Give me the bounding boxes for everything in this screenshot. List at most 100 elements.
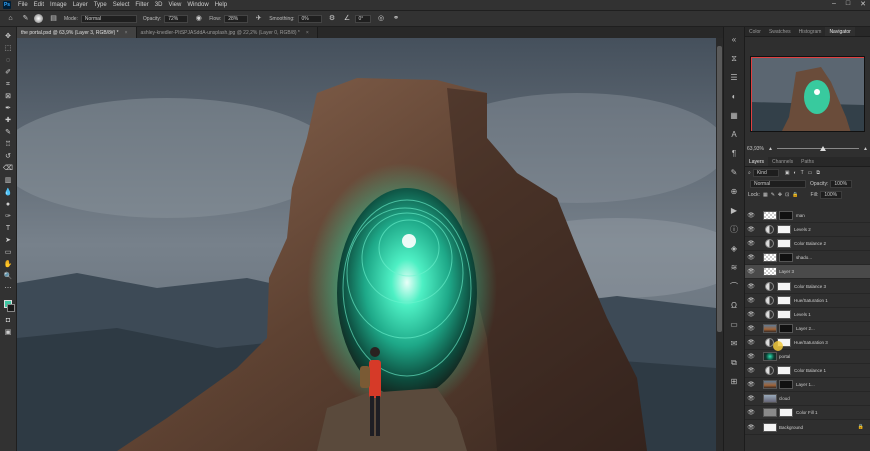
visibility-eye-icon[interactable]: 👁 <box>745 297 757 304</box>
lasso-tool-icon[interactable]: ◌ <box>3 56 14 66</box>
close-tab-icon[interactable]: × <box>306 30 309 36</box>
airbrush-icon[interactable]: ✈ <box>254 14 263 23</box>
menu-3d[interactable]: 3D <box>152 2 166 8</box>
menu-file[interactable]: File <box>15 2 31 8</box>
layer-mask-thumbnail[interactable] <box>779 211 793 220</box>
filter-pixel-icon[interactable]: ▣ <box>785 170 790 176</box>
eyedropper-tool-icon[interactable]: ✒ <box>3 104 14 114</box>
flow-field[interactable]: 28% <box>224 14 249 23</box>
layer-row[interactable]: 👁 Color Balance 2 <box>745 237 870 252</box>
zoom-value[interactable]: 63,93% <box>747 146 764 152</box>
layer-name[interactable]: portal <box>779 354 790 359</box>
layer-row[interactable]: 👁 Layer 2... <box>745 322 870 336</box>
visibility-eye-icon[interactable]: 👁 <box>745 395 757 402</box>
layer-name[interactable]: Hue/Saturation 1 <box>794 298 828 303</box>
adjustments-icon[interactable]: ◐ <box>729 92 739 102</box>
menu-filter[interactable]: Filter <box>132 2 151 8</box>
layer-mask-thumbnail[interactable] <box>777 309 791 319</box>
layer-name[interactable]: Levels 2 <box>794 227 811 232</box>
adjustment-layer-icon[interactable] <box>765 295 774 305</box>
layer-row[interactable]: 👁 Hue/Saturation 3 <box>745 336 870 350</box>
filter-kind-dropdown[interactable]: Kind <box>752 168 779 177</box>
layer-mask-thumbnail[interactable] <box>777 295 791 305</box>
visibility-eye-icon[interactable]: 👁 <box>745 424 757 431</box>
screen-mode-icon[interactable]: ▣ <box>3 328 14 338</box>
brush-preset-picker[interactable] <box>34 14 43 23</box>
marquee-tool-icon[interactable]: ⬚ <box>3 44 14 54</box>
frame-tool-icon[interactable]: ⊠ <box>3 92 14 102</box>
visibility-eye-icon[interactable]: 👁 <box>745 268 757 275</box>
menu-window[interactable]: Window <box>184 2 211 8</box>
visibility-eye-icon[interactable]: 👁 <box>745 254 757 261</box>
blur-tool-icon[interactable]: 💧 <box>3 188 14 198</box>
layer-mask-thumbnail[interactable] <box>779 253 793 263</box>
layer-name[interactable]: Layer 1... <box>796 382 815 387</box>
actions-icon[interactable]: ▶ <box>729 206 739 216</box>
adjustment-layer-icon[interactable] <box>765 309 774 319</box>
properties-icon[interactable]: ☰ <box>729 73 739 83</box>
menu-edit[interactable]: Edit <box>31 2 47 8</box>
pen-tool-icon[interactable]: ✑ <box>3 212 14 222</box>
visibility-eye-icon[interactable]: 👁 <box>745 226 757 233</box>
layer-name[interactable]: shado... <box>796 255 812 260</box>
healing-brush-tool-icon[interactable]: ✚ <box>3 116 14 126</box>
brush-settings-icon[interactable]: ▤ <box>49 14 58 23</box>
visibility-eye-icon[interactable]: 👁 <box>745 240 757 247</box>
visibility-eye-icon[interactable]: 👁 <box>745 409 757 416</box>
filter-shape-icon[interactable]: ▭ <box>808 170 813 176</box>
layer-name[interactable]: man <box>796 213 805 218</box>
filter-smart-icon[interactable]: ⧉ <box>816 170 820 176</box>
lock-all-icon[interactable]: 🔒 <box>792 192 798 198</box>
menu-layer[interactable]: Layer <box>70 2 91 8</box>
zoom-slider-knob[interactable] <box>819 146 826 151</box>
menu-help[interactable]: Help <box>212 2 230 8</box>
maximize-icon[interactable]: □ <box>846 0 850 8</box>
layer-name[interactable]: cloud <box>779 396 790 401</box>
close-tab-icon[interactable]: × <box>125 30 128 36</box>
menu-select[interactable]: Select <box>110 2 133 8</box>
layer-name[interactable]: Color Balance 3 <box>794 284 826 289</box>
tab-histogram[interactable]: Histogram <box>795 27 826 36</box>
layer-row[interactable]: 👁 Layer 3 <box>745 265 870 280</box>
layer-opacity-field[interactable]: 100% <box>830 179 853 188</box>
layer-name[interactable]: Layer 3 <box>779 269 794 274</box>
notes-icon[interactable]: ✉ <box>729 339 739 349</box>
tab-channels[interactable]: Channels <box>768 157 797 166</box>
home-icon[interactable]: ⌂ <box>6 14 15 23</box>
layer-row[interactable]: 👁 Background 🔒 <box>745 421 870 435</box>
minimize-icon[interactable]: – <box>832 0 836 8</box>
lock-position-icon[interactable]: ✥ <box>778 192 782 198</box>
move-tool-icon[interactable]: ✥ <box>3 32 14 42</box>
layer-row[interactable]: 👁 Levels 2 <box>745 223 870 238</box>
layer-row[interactable]: 👁 Layer 1... <box>745 378 870 393</box>
clone-stamp-tool-icon[interactable]: ♖ <box>3 140 14 150</box>
adjustment-layer-icon[interactable] <box>765 281 774 291</box>
tab-navigator[interactable]: Navigator <box>825 27 855 36</box>
styles-icon[interactable]: ◈ <box>729 244 739 254</box>
layer-thumbnail[interactable] <box>763 380 777 390</box>
zoom-in-icon[interactable]: ▲ <box>863 146 868 152</box>
layer-thumbnail[interactable] <box>763 253 777 263</box>
expand-panels-icon[interactable]: « <box>729 35 739 45</box>
tab-swatches[interactable]: Swatches <box>765 27 795 36</box>
brushes-icon[interactable]: ✎ <box>729 168 739 178</box>
dodge-tool-icon[interactable]: ● <box>3 200 14 210</box>
menu-type[interactable]: Type <box>91 2 110 8</box>
visibility-eye-icon[interactable]: 👁 <box>745 212 757 219</box>
zoom-slider[interactable] <box>776 146 860 151</box>
adjustment-layer-icon[interactable] <box>765 225 774 235</box>
layer-row[interactable]: 👁 portal <box>745 350 870 364</box>
layer-name[interactable]: Color Balance 2 <box>794 241 826 246</box>
layer-thumbnail[interactable] <box>763 267 777 277</box>
brush-tool-icon[interactable]: ✎ <box>3 128 14 138</box>
layer-thumbnail[interactable] <box>763 211 777 220</box>
brush-tool-icon[interactable]: ✎ <box>21 14 30 23</box>
visibility-eye-icon[interactable]: 👁 <box>745 353 757 360</box>
adjustment-layer-icon[interactable] <box>765 239 774 249</box>
layer-mask-thumbnail[interactable] <box>779 323 793 333</box>
paths-icon[interactable]: ⌒ <box>729 282 739 292</box>
visibility-eye-icon[interactable]: 👁 <box>745 381 757 388</box>
layer-mask-thumbnail[interactable] <box>777 239 791 249</box>
lock-transparent-icon[interactable]: ▦ <box>763 192 768 198</box>
layer-row[interactable]: 👁 man <box>745 209 870 223</box>
